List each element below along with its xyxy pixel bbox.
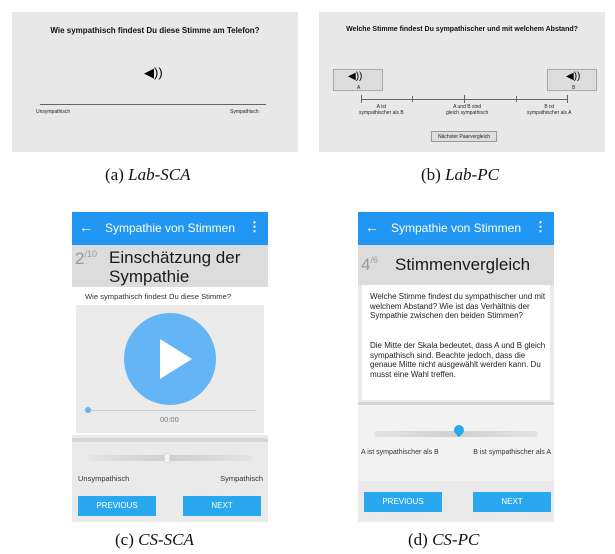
scale-left-label: A ist sympathischer als B [361, 449, 439, 456]
lab-pc-question: Welche Stimme findest Du sympathischer u… [346, 26, 578, 33]
stimme-b-label: B [572, 85, 576, 91]
scale-left-label: Unsympathisch [78, 474, 130, 483]
page-title: Einschätzung der Sympathie [109, 248, 241, 286]
scale-right-label: Sympathisch [220, 474, 263, 483]
overflow-menu-icon[interactable]: ⋮ [248, 220, 261, 233]
cs-sca-screen: ← Sympathie von Stimmen ⋮ 2/10 Einschätz… [72, 212, 268, 522]
app-bar: ← Sympathie von Stimmen ⋮ [72, 212, 268, 245]
instructions-paragraph-2: Die Mitte der Skala bedeutet, dass A und… [370, 341, 546, 379]
speaker-icon: ◀)) [566, 71, 581, 82]
lab-pc-scale-right: B ist sympathischer als A [527, 104, 572, 116]
slider-thumb[interactable] [164, 453, 170, 463]
progress-thumb[interactable] [85, 407, 91, 413]
caption-d: (d) CS-PC [408, 530, 480, 549]
next-button[interactable]: NEXT [473, 492, 551, 512]
scale-tick [464, 95, 465, 103]
instructions-card: Welche Stimme findest du sympathischer u… [362, 285, 550, 400]
progress-track[interactable] [88, 410, 256, 411]
scale-tick [412, 96, 413, 102]
app-bar: ← Sympathie von Stimmen ⋮ [358, 212, 554, 245]
content-card: Wie sympathisch findest Du diese Stimme?… [72, 287, 268, 435]
lab-pc-scale-mid: A und B sind gleich sympathisch [446, 104, 489, 116]
cs-pc-screen: ← Sympathie von Stimmen ⋮ 4/6 Stimmenver… [358, 212, 554, 522]
app-title: Sympathie von Stimmen [390, 221, 522, 235]
scale-tick [361, 95, 362, 103]
next-pair-button[interactable]: Nächster Paarvergleich [431, 131, 497, 142]
lab-sca-scale[interactable] [40, 104, 266, 105]
previous-button[interactable]: PREVIOUS [78, 496, 156, 516]
previous-button[interactable]: PREVIOUS [364, 492, 442, 512]
speaker-icon[interactable]: ◀)) [144, 66, 163, 79]
time-display: 00:00 [160, 415, 179, 424]
lab-sca-right-label: Sympathisch [230, 109, 259, 115]
next-button[interactable]: NEXT [183, 496, 261, 516]
lab-sca-left-label: Unsympathisch [36, 109, 71, 115]
step-header: 2/10 Einschätzung der Sympathie [72, 245, 268, 287]
question-text: Wie sympathisch findest Du diese Stimme? [85, 292, 232, 301]
lab-pc-screen: Welche Stimme findest Du sympathischer u… [319, 12, 605, 152]
page-title: Stimmenvergleich [395, 255, 531, 274]
play-icon [160, 339, 192, 379]
overflow-menu-icon[interactable]: ⋮ [534, 220, 547, 233]
instructions-paragraph-1: Welche Stimme findest du sympathischer u… [370, 292, 546, 321]
caption-a: (a) Lab-SCA [105, 165, 191, 184]
lab-pc-scale-left: A ist sympathischer als B [359, 104, 404, 116]
lab-sca-question: Wie sympathisch findest Du diese Stimme … [50, 26, 260, 35]
app-title: Sympathie von Stimmen [104, 221, 236, 235]
stimme-a-label: A [357, 85, 361, 91]
step-header: 4/6 Stimmenvergleich [358, 245, 554, 285]
comparison-area [358, 405, 554, 481]
scale-tick [567, 95, 568, 103]
scale-right-label: B ist sympathischer als A [473, 449, 551, 456]
caption-c: (c) CS-SCA [115, 530, 194, 549]
stimme-a-button[interactable]: ◀)) A [333, 69, 383, 91]
divider [72, 438, 268, 442]
rating-slider[interactable] [88, 455, 252, 461]
player-area: 00:00 [76, 305, 264, 433]
scale-tick [516, 96, 517, 102]
play-button[interactable] [124, 313, 216, 405]
caption-b: (b) Lab-PC [421, 165, 499, 184]
stimme-b-button[interactable]: ◀)) B [547, 69, 597, 91]
step-counter: 4/6 [361, 255, 378, 274]
step-counter: 2/10 [75, 249, 97, 268]
lab-sca-screen: Wie sympathisch findest Du diese Stimme … [12, 12, 298, 152]
speaker-icon: ◀)) [348, 71, 363, 82]
